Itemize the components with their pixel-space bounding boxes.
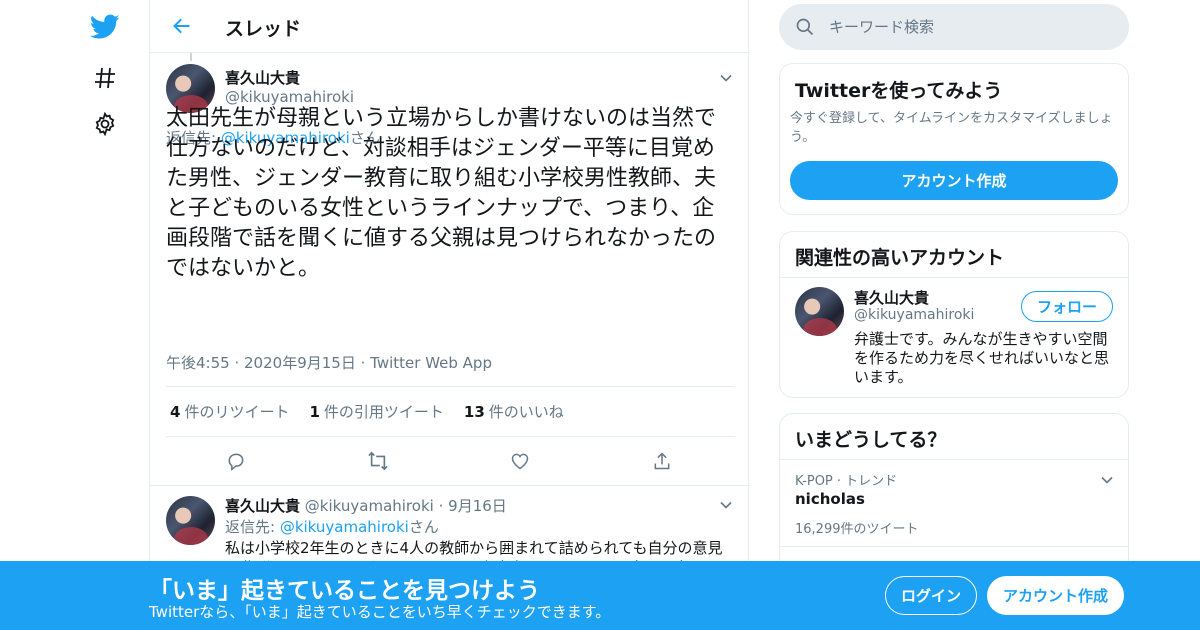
retweet-icon[interactable] xyxy=(366,449,390,473)
trend-count: 16,299件のツイート xyxy=(795,522,919,537)
signup-button[interactable]: アカウント作成 xyxy=(987,576,1124,615)
meta-separator: · xyxy=(360,354,371,372)
meta-separator: · xyxy=(234,354,245,372)
like-count[interactable]: 13 件のいいね xyxy=(464,401,564,422)
like-heart-icon[interactable] xyxy=(508,449,532,473)
signup-card-body: 今すぐ登録して、タイムラインをカスタマイズしましょう。 xyxy=(790,111,1113,145)
retweet-count[interactable]: 4 件のリツイート xyxy=(170,401,289,422)
follow-button[interactable]: フォロー xyxy=(1021,291,1113,322)
reply-to-link[interactable]: @kikuyamahiroki xyxy=(280,518,409,536)
signup-card-title: Twitterを使ってみよう xyxy=(795,80,1003,102)
search-icon xyxy=(795,17,815,41)
author-handle[interactable]: @kikuyamahiroki xyxy=(305,497,434,515)
trends-card-title: いまどうしてる？ xyxy=(795,429,947,451)
page-title: スレッド xyxy=(225,18,302,40)
search-box[interactable] xyxy=(779,4,1129,50)
tweet-meta: 午後4:55 · 2020年9月15日 · Twitter Web App xyxy=(166,352,492,373)
settings-gear-icon[interactable] xyxy=(88,107,122,141)
reply-icon[interactable] xyxy=(224,449,248,473)
tweet-date[interactable]: 9月16日 xyxy=(448,497,507,515)
banner-subtitle: Twitterなら、「いま」起きていることをいち早くチェックできます。 xyxy=(149,603,611,621)
chevron-down-icon[interactable] xyxy=(719,497,733,511)
divider xyxy=(780,546,1128,547)
chevron-down-icon[interactable] xyxy=(719,70,733,84)
signup-banner: 「いま」起きていることを見つけよう Twitterなら、「いま」起きていることを… xyxy=(0,561,1200,630)
banner-title: 「いま」起きていることを見つけよう xyxy=(149,578,540,604)
search-input[interactable] xyxy=(829,4,1109,50)
quote-tweet-count[interactable]: 1 件の引用ツイート xyxy=(309,401,443,422)
twitter-logo-icon[interactable] xyxy=(88,10,122,44)
divider xyxy=(166,386,735,387)
back-arrow-icon[interactable] xyxy=(168,12,196,40)
tweet-text: 太田先生が母親という立場からしか書けないのは当然で仕方ないのだけど、対談相手はジ… xyxy=(166,106,717,281)
signup-card: Twitterを使ってみよう 今すぐ登録して、タイムラインをカスタマイズしましょ… xyxy=(779,63,1129,215)
author-name[interactable]: 喜久山大貴 xyxy=(225,67,300,88)
reply-tweet-header: 喜久山大貴 @kikuyamahiroki · 9月16日 xyxy=(225,495,507,516)
reply-suffix: さん xyxy=(408,518,439,536)
thread-header: スレッド xyxy=(150,0,750,53)
divider xyxy=(150,485,750,486)
divider xyxy=(166,436,735,437)
related-accounts-card: 関連性の高いアカウント 喜久山大貴 @kikuyamahiroki フォロー 弁… xyxy=(779,231,1129,398)
trend-context: K-POP · トレンド xyxy=(795,474,898,489)
account-handle[interactable]: @kikuyamahiroki xyxy=(854,307,974,323)
trend-item[interactable]: K-POP · トレンド nicholas 16,299件のツイート xyxy=(780,460,1128,546)
tweet-time[interactable]: 午後4:55 xyxy=(166,354,230,372)
tweet-date[interactable]: 2020年9月15日 xyxy=(244,354,356,372)
thread-column: スレッド 喜久山大貴 @kikuyamahiroki 返信先: @kikuyam… xyxy=(149,0,750,630)
divider xyxy=(780,277,1128,278)
create-account-button[interactable]: アカウント作成 xyxy=(790,161,1118,200)
explore-hashtag-icon[interactable] xyxy=(88,61,122,95)
reply-context: 返信先: @kikuyamahirokiさん xyxy=(225,516,439,537)
author-name[interactable]: 喜久山大貴 xyxy=(225,497,300,515)
tweet-source[interactable]: Twitter Web App xyxy=(370,354,492,372)
tweet-stats: 4 件のリツイート 1 件の引用ツイート 13 件のいいね xyxy=(170,401,564,422)
avatar[interactable] xyxy=(795,287,844,336)
chevron-down-icon[interactable] xyxy=(1100,472,1114,486)
account-bio: 弁護士です。みんなが生きやすい空間を作るため力を尽くせればいいなと思います。 xyxy=(854,330,1110,386)
avatar[interactable] xyxy=(166,496,215,545)
reply-prefix: 返信先: xyxy=(225,518,280,536)
meta-separator: · xyxy=(438,497,444,515)
trend-name: nicholas xyxy=(795,490,865,508)
share-icon[interactable] xyxy=(650,449,674,473)
thread-connector-line xyxy=(190,53,192,61)
related-card-title: 関連性の高いアカウント xyxy=(795,247,1005,269)
login-button[interactable]: ログイン xyxy=(885,576,977,615)
account-name[interactable]: 喜久山大貴 xyxy=(854,287,929,308)
